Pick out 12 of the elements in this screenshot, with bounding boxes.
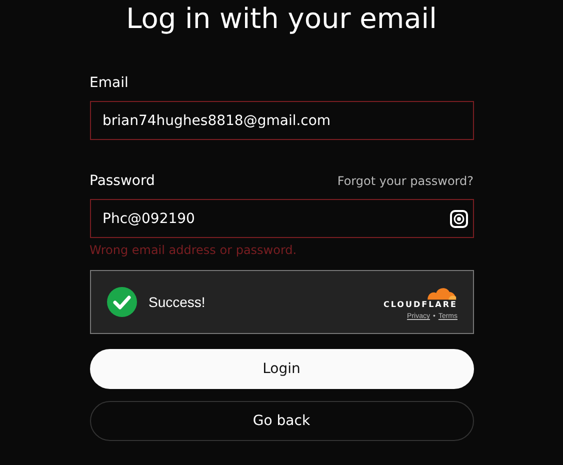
page-title: Log in with your email [126,2,437,36]
forgot-password-link[interactable]: Forgot your password? [337,174,474,188]
email-label: Email [90,74,130,92]
error-message: Wrong email address or password. [90,242,298,258]
captcha-status: Success! [148,294,206,310]
go-back-button[interactable]: Go back [90,401,474,441]
password-label: Password [90,172,155,190]
email-field[interactable]: brian74hughes8818@gmail.com [90,101,474,140]
brand-logo-text: CLOUDFLARE [384,300,458,310]
password-field[interactable]: Phc@092190 [90,199,474,238]
login-button[interactable]: Login [90,349,474,389]
eye-icon[interactable] [450,210,468,228]
